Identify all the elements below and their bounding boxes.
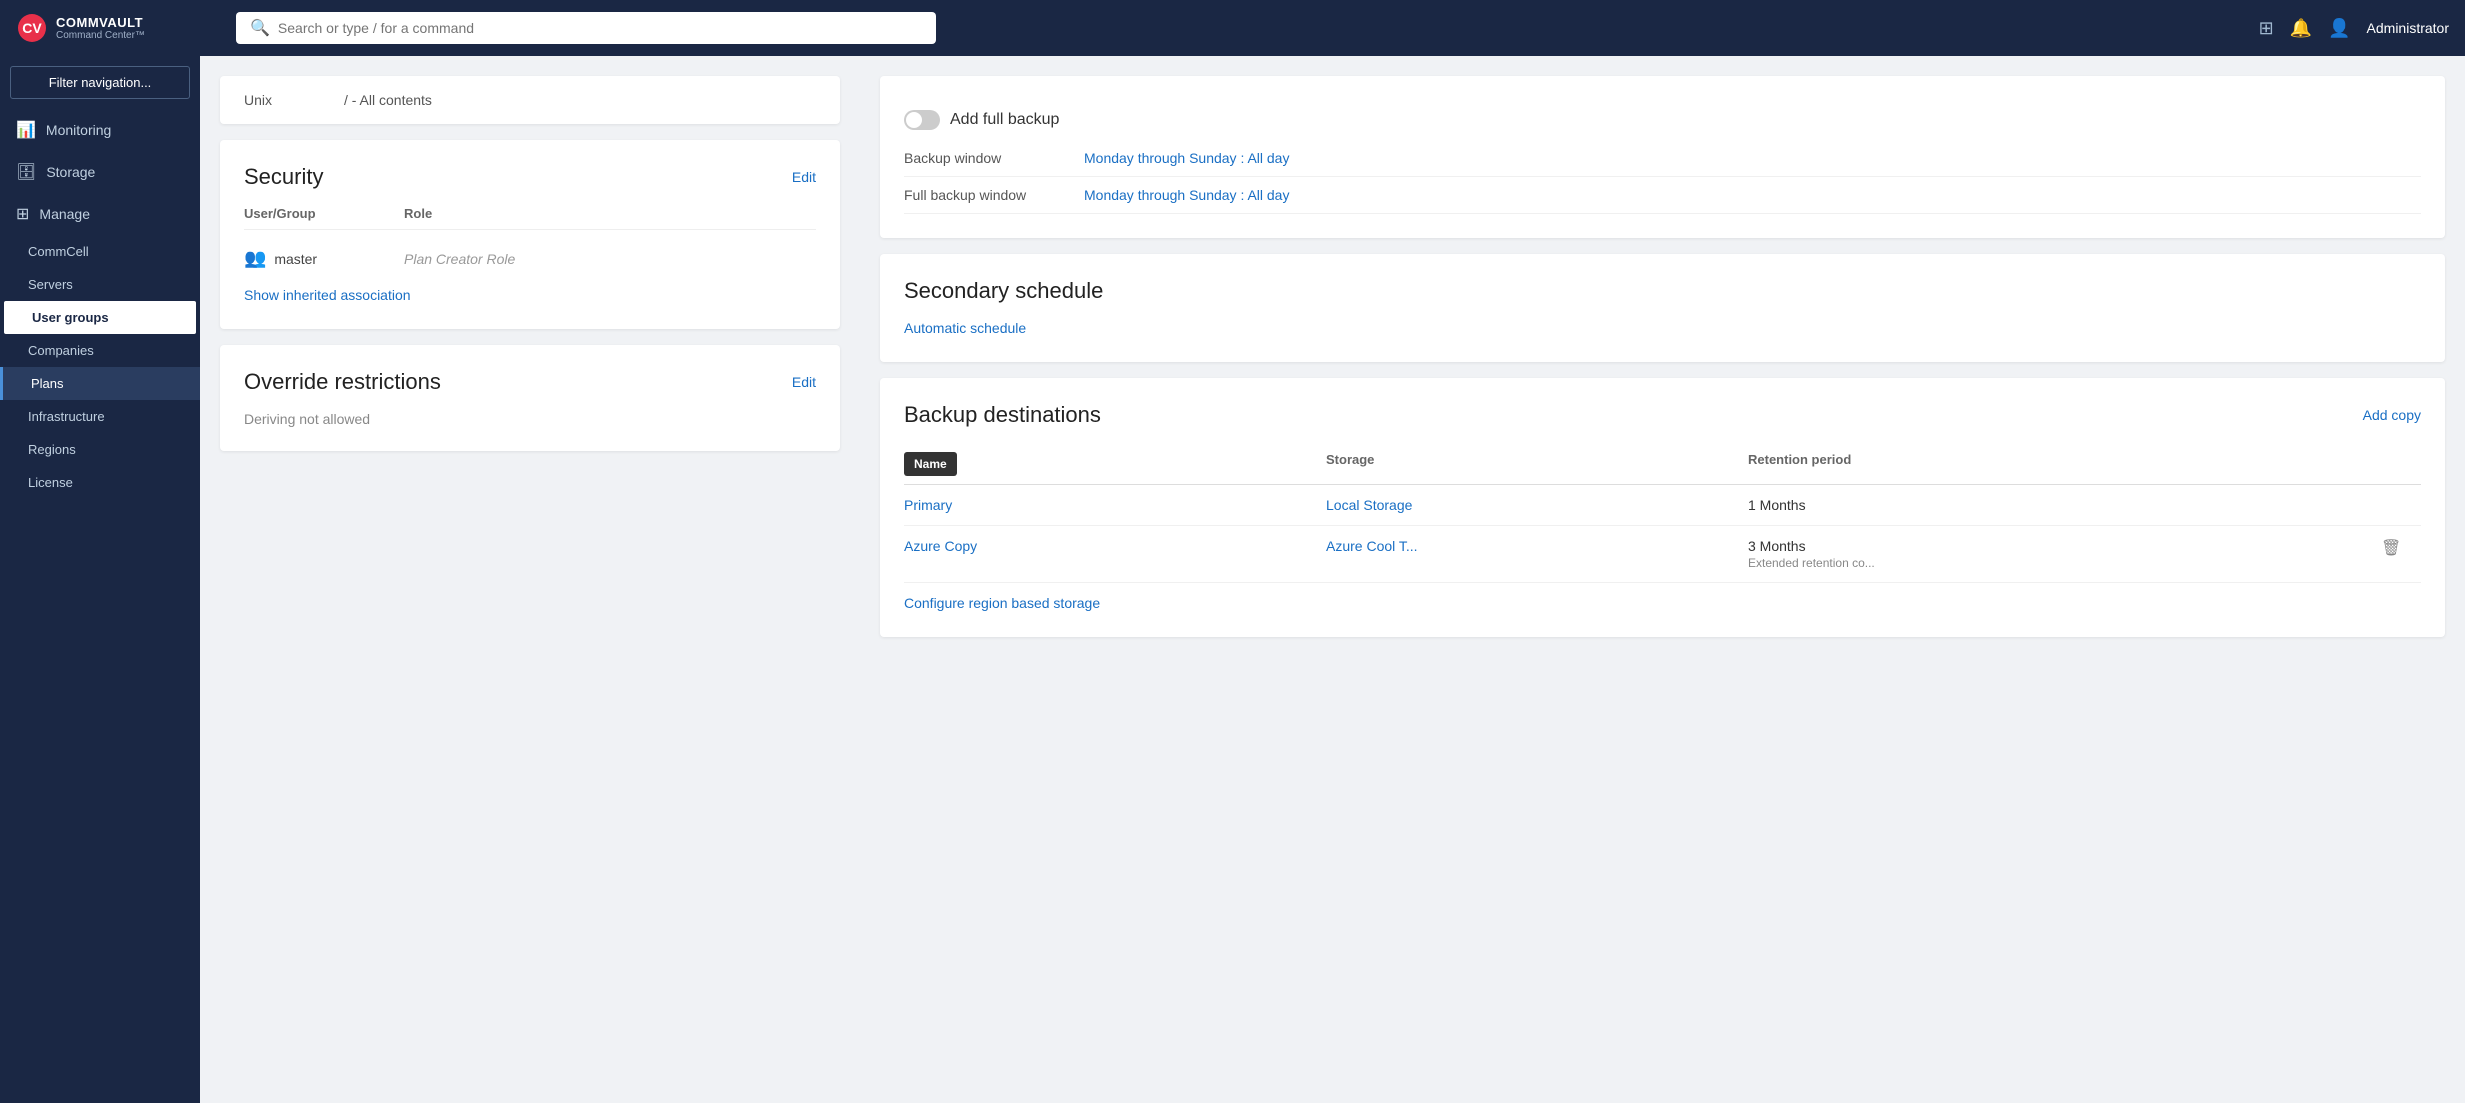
- user-cell: 👥 master: [244, 248, 364, 269]
- right-panel: Add full backup Backup window Monday thr…: [860, 56, 2465, 1103]
- col-user-group: User/Group: [244, 206, 364, 221]
- full-backup-window-label: Full backup window: [904, 187, 1064, 203]
- dest-primary-storage[interactable]: Local Storage: [1326, 497, 1748, 513]
- sidebar-item-storage[interactable]: 🗄 Storage: [0, 151, 200, 193]
- dest-header: Backup destinations Add copy: [904, 402, 2421, 428]
- user-value: master: [274, 251, 317, 267]
- dest-primary-name[interactable]: Primary: [904, 497, 1326, 513]
- dest-table-header: Name Storage Retention period: [904, 444, 2421, 485]
- col-role: Role: [404, 206, 524, 221]
- filter-nav-button[interactable]: Filter navigation...: [10, 66, 190, 99]
- bell-icon[interactable]: 🔔: [2290, 18, 2312, 39]
- backup-window-value[interactable]: Monday through Sunday : All day: [1084, 150, 1289, 166]
- backup-destinations-title: Backup destinations: [904, 402, 1101, 428]
- secondary-schedule-card: Secondary schedule Automatic schedule: [880, 254, 2445, 362]
- sidebar-item-monitoring-label: Monitoring: [46, 122, 111, 138]
- search-input[interactable]: [278, 20, 922, 36]
- security-title: Security: [244, 164, 323, 190]
- backup-window-card: Add full backup Backup window Monday thr…: [880, 76, 2445, 238]
- sidebar-sub-license[interactable]: License: [0, 466, 200, 499]
- deriving-text: Deriving not allowed: [244, 411, 816, 427]
- user-avatar-icon[interactable]: 👤: [2328, 18, 2350, 39]
- sidebar-sub-infrastructure[interactable]: Infrastructure: [0, 400, 200, 433]
- group-icon: 👥: [244, 248, 266, 268]
- toggle-row: Add full backup: [904, 100, 2421, 140]
- secondary-schedule-header: Secondary schedule: [904, 278, 2421, 304]
- header: CV COMMVAULT Command Center™ 🔍 ⊞ 🔔 👤 Adm…: [0, 0, 2465, 56]
- main-layout: Filter navigation... 📊 Monitoring 🗄 Stor…: [0, 56, 2465, 1103]
- backup-destinations-card: Backup destinations Add copy Name Storag…: [880, 378, 2445, 637]
- left-panel: Unix / - All contents Security Edit User…: [200, 56, 860, 1103]
- search-icon: 🔍: [250, 18, 270, 38]
- configure-region-link[interactable]: Configure region based storage: [904, 595, 1100, 611]
- backup-window-row: Backup window Monday through Sunday : Al…: [904, 140, 2421, 177]
- full-backup-window-row: Full backup window Monday through Sunday…: [904, 177, 2421, 214]
- dest-col-storage: Storage: [1326, 452, 1748, 476]
- add-full-backup-toggle[interactable]: [904, 110, 940, 130]
- backup-window-label: Backup window: [904, 150, 1064, 166]
- dest-azure-name[interactable]: Azure Copy: [904, 538, 1326, 554]
- dest-row-primary: Primary Local Storage 1 Months: [904, 485, 2421, 526]
- sidebar-sub-plans[interactable]: Plans: [0, 367, 200, 400]
- logo-name: COMMVAULT: [56, 15, 145, 31]
- auto-schedule-link[interactable]: Automatic schedule: [904, 320, 1026, 336]
- sidebar-item-storage-label: Storage: [46, 164, 95, 180]
- monitoring-icon: 📊: [16, 120, 36, 140]
- security-card-header: Security Edit: [244, 164, 816, 190]
- dest-azure-storage[interactable]: Azure Cool T...: [1326, 538, 1748, 554]
- search-bar[interactable]: 🔍: [236, 12, 936, 44]
- name-tooltip: Name: [904, 452, 957, 476]
- grid-icon[interactable]: ⊞: [2259, 18, 2274, 39]
- logo-subtitle: Command Center™: [56, 30, 145, 41]
- dest-col-retention: Retention period: [1748, 452, 2381, 476]
- override-title: Override restrictions: [244, 369, 441, 395]
- unix-label: Unix: [244, 92, 324, 108]
- storage-icon: 🗄: [16, 162, 36, 182]
- dest-col-name: Name: [904, 452, 1326, 476]
- unix-path: / - All contents: [344, 92, 432, 108]
- add-copy-button[interactable]: Add copy: [2363, 407, 2421, 423]
- sidebar: Filter navigation... 📊 Monitoring 🗄 Stor…: [0, 56, 200, 1103]
- sidebar-item-manage-label: Manage: [39, 206, 90, 222]
- sidebar-sub-commcell[interactable]: CommCell: [0, 235, 200, 268]
- security-table-row: 👥 master Plan Creator Role: [244, 242, 816, 275]
- show-inherited-link[interactable]: Show inherited association: [244, 287, 411, 303]
- commvault-logo-icon: CV: [16, 12, 48, 44]
- override-card: Override restrictions Edit Deriving not …: [220, 345, 840, 451]
- role-cell: Plan Creator Role: [404, 251, 524, 267]
- unix-row: Unix / - All contents: [220, 76, 840, 124]
- sidebar-sub-user-groups[interactable]: User groups: [4, 301, 196, 334]
- sidebar-item-monitoring[interactable]: 📊 Monitoring: [0, 109, 200, 151]
- dest-azure-retention: 3 Months Extended retention co...: [1748, 538, 2381, 570]
- full-backup-window-value[interactable]: Monday through Sunday : All day: [1084, 187, 1289, 203]
- delete-azure-copy-button[interactable]: 🗑: [2381, 538, 2421, 558]
- manage-icon: ⊞: [16, 204, 29, 224]
- security-card: Security Edit User/Group Role 👥 master P…: [220, 140, 840, 329]
- content-area: Unix / - All contents Security Edit User…: [200, 56, 2465, 1103]
- override-edit-button[interactable]: Edit: [792, 374, 816, 390]
- add-full-backup-label: Add full backup: [950, 111, 1059, 129]
- header-actions: ⊞ 🔔 👤 Administrator: [2259, 18, 2449, 39]
- sidebar-sub-servers[interactable]: Servers: [0, 268, 200, 301]
- sidebar-sub-regions[interactable]: Regions: [0, 433, 200, 466]
- sidebar-item-manage[interactable]: ⊞ Manage: [0, 193, 200, 235]
- secondary-schedule-title: Secondary schedule: [904, 278, 1103, 304]
- dest-row-azure: Azure Copy Azure Cool T... 3 Months Exte…: [904, 526, 2421, 583]
- dest-primary-retention: 1 Months: [1748, 497, 2381, 513]
- security-table-header: User/Group Role: [244, 206, 816, 230]
- security-edit-button[interactable]: Edit: [792, 169, 816, 185]
- logo-area: CV COMMVAULT Command Center™: [16, 12, 216, 44]
- svg-text:CV: CV: [22, 20, 42, 36]
- admin-label: Administrator: [2367, 20, 2449, 36]
- override-card-header: Override restrictions Edit: [244, 369, 816, 395]
- sidebar-sub-companies[interactable]: Companies: [0, 334, 200, 367]
